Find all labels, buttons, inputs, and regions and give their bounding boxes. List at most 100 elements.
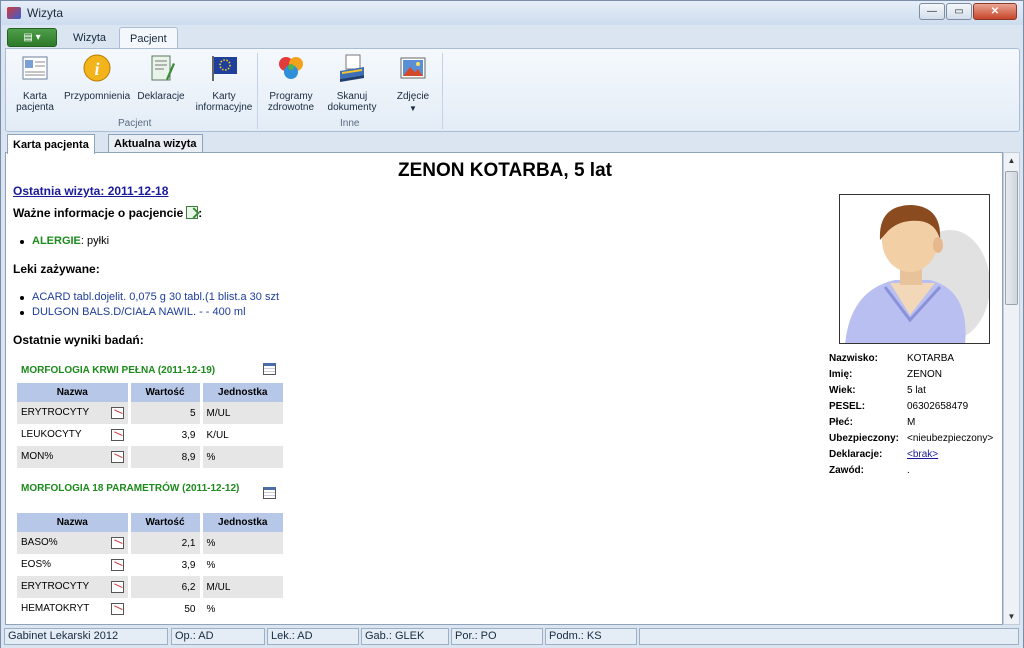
deklaracje-label: Deklaracje xyxy=(137,91,185,102)
status-operator: Op.: AD xyxy=(171,628,265,645)
important-info-header: Ważne informacje o pacjencie: xyxy=(13,206,202,220)
info-value: 5 lat xyxy=(907,385,926,396)
table-row: ERYTROCYTY 6,2 M/UL xyxy=(17,576,283,598)
tab-karta-pacjenta[interactable]: Karta pacjenta xyxy=(7,134,95,154)
przypomnienia-button[interactable]: i Przypomnienia xyxy=(64,53,130,102)
tab-wizyta[interactable]: Wizyta xyxy=(63,27,116,49)
info-label: Zawód: xyxy=(829,465,864,476)
deklaracje-button[interactable]: Deklaracje xyxy=(136,53,186,102)
lab-name: ERYTROCYTY xyxy=(21,407,90,418)
chart-icon[interactable] xyxy=(110,407,124,419)
scanner-icon xyxy=(340,54,364,82)
declarations-link[interactable]: <brak> xyxy=(907,449,938,460)
chart-icon[interactable] xyxy=(110,537,124,549)
skanuj-label1: Skanuj xyxy=(336,91,368,102)
vertical-scrollbar[interactable]: ▲ ▼ xyxy=(1003,152,1020,625)
skanuj-dokumenty-button[interactable]: Skanuj dokumenty xyxy=(324,53,380,113)
minimize-button[interactable]: — xyxy=(919,3,945,20)
tab-aktualna-wizyta[interactable]: Aktualna wizyta xyxy=(108,134,203,153)
column-header: Nazwa xyxy=(17,513,131,532)
lab-name-cell: EOS% xyxy=(17,554,131,576)
lab-unit: M/UL xyxy=(201,402,283,424)
programy-zdrowotne-button[interactable]: Programy zdrowotne xyxy=(265,53,317,113)
health-programs-icon xyxy=(279,57,303,79)
lab-unit: % xyxy=(206,603,216,615)
app-menu-button[interactable]: ▤ ▾ xyxy=(7,28,57,47)
chart-icon[interactable] xyxy=(110,559,124,571)
zdjecie-button[interactable]: Zdjęcie ▼ xyxy=(388,53,438,114)
chart-icon[interactable] xyxy=(110,429,124,441)
ribbon-tab-row: ▤ ▾ Wizyta Pacjent xyxy=(1,25,1023,49)
close-button[interactable]: ✕ xyxy=(973,3,1017,20)
column-header: Jednostka xyxy=(201,383,283,402)
column-header: Wartość xyxy=(129,513,203,532)
info-value: 06302658479 xyxy=(907,401,969,412)
main-window: Wizyta — ▭ ✕ ▤ ▾ Wizyta Pacjent Karta pa… xyxy=(0,0,1024,648)
info-value: M xyxy=(907,417,916,428)
lab-unit: % xyxy=(201,532,283,554)
page-title: ZENON KOTARBA, 5 lat xyxy=(398,160,612,181)
lab-unit: % xyxy=(201,446,283,468)
lab-title: MORFOLOGIA 18 PARAMETRÓW (2011-12-12) xyxy=(21,483,240,494)
tab-pacjent[interactable]: Pacjent xyxy=(119,27,178,49)
med-item: ACARD tabl.dojelit. 0,075 g 30 tabl.(1 b… xyxy=(19,291,280,303)
info-icon: i xyxy=(83,54,111,82)
table-row: MON% 8,9 % xyxy=(17,446,283,468)
info-label: Deklaracje: xyxy=(829,449,883,460)
last-visit-link[interactable]: Ostatnia wizyta: 2011-12-18 xyxy=(13,184,168,198)
lab-name: BASO% xyxy=(21,537,58,548)
calendar-icon[interactable] xyxy=(263,363,276,375)
lab-title: MORFOLOGIA KRWI PEŁNA (2011-12-19) xyxy=(21,365,216,376)
status-bar: Gabinet Lekarski 2012 Op.: AD Lek.: AD G… xyxy=(1,626,1023,648)
info-label: Wiek: xyxy=(829,385,856,396)
patient-photo[interactable] xyxy=(839,194,990,344)
avatar xyxy=(845,205,989,343)
allergy-item: ALERGIE: pyłki xyxy=(19,235,110,247)
lab-name: ERYTROCYTY xyxy=(21,581,90,592)
column-header: Nazwa xyxy=(17,383,131,402)
maximize-button[interactable]: ▭ xyxy=(946,3,972,20)
table-row: HEMATOKRYT 50 % xyxy=(17,598,283,620)
lab-unit: % xyxy=(206,559,216,571)
karty-informacyjne-label2: informacyjne xyxy=(195,102,253,113)
med-item: DULGON BALS.D/CIAŁA NAWIL. - - 400 ml xyxy=(20,306,246,318)
lab-results-table: Nazwa Wartość Jednostka ERYTROCYTY 5 M/U… xyxy=(17,383,283,468)
lab-name-cell: ERYTROCYTY xyxy=(17,576,131,598)
lab-name: EOS% xyxy=(21,559,52,570)
patient-card-icon xyxy=(22,56,48,80)
chart-icon[interactable] xyxy=(110,581,124,593)
chart-icon[interactable] xyxy=(110,451,124,463)
lab-name: MON% xyxy=(21,451,54,462)
app-icon xyxy=(7,7,21,19)
info-label: Płeć: xyxy=(829,417,853,428)
info-label: Nazwisko: xyxy=(829,353,878,364)
lab-name-cell: LEUKOCYTY xyxy=(17,424,131,446)
calendar-icon[interactable] xyxy=(263,487,276,499)
programy-label1: Programy xyxy=(269,91,313,102)
info-value: ZENON xyxy=(907,369,942,380)
lab-value: 3,9 xyxy=(129,424,203,446)
eu-flag-icon xyxy=(212,56,237,81)
scroll-thumb[interactable] xyxy=(1005,171,1018,305)
scroll-up-icon[interactable]: ▲ xyxy=(1004,153,1019,168)
table-row: ERYTROCYTY 5 M/UL xyxy=(17,402,283,424)
column-header: Wartość xyxy=(129,383,203,402)
karty-informacyjne-button[interactable]: Karty informacyjne xyxy=(192,53,256,113)
edit-icon[interactable] xyxy=(186,206,199,219)
chart-icon[interactable] xyxy=(110,603,124,615)
table-row: BASO% 2,1 % xyxy=(17,532,283,554)
scroll-down-icon[interactable]: ▼ xyxy=(1004,609,1019,624)
window-title: Wizyta xyxy=(27,6,63,20)
status-app: Gabinet Lekarski 2012 xyxy=(4,628,168,645)
status-entity: Podm.: KS xyxy=(545,628,637,645)
przypomnienia-label: Przypomnienia xyxy=(64,91,131,102)
allergy-value: : pyłki xyxy=(80,235,110,247)
karta-pacjenta-button[interactable]: Karta pacjenta xyxy=(12,53,58,113)
ribbon-separator xyxy=(257,53,258,129)
meds-header: Leki zażywane: xyxy=(13,262,100,276)
programy-label2: zdrowotne xyxy=(267,102,315,113)
skanuj-label2: dokumenty xyxy=(327,102,377,113)
group-label-pacjent: Pacjent xyxy=(118,118,152,129)
info-value: . xyxy=(907,465,910,476)
lab-value: 2,1 xyxy=(129,532,203,554)
